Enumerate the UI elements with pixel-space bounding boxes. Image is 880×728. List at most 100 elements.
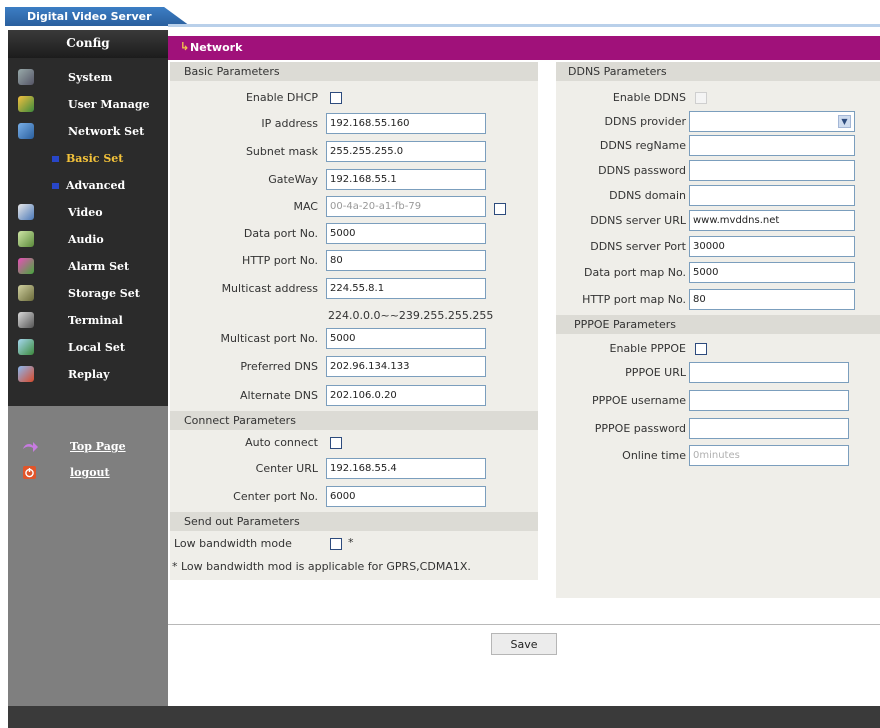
sidebar-item-label: Replay [68, 368, 110, 381]
http-map-row: HTTP port map No. 80 [556, 289, 880, 311]
auto-connect-label: Auto connect [245, 436, 318, 449]
ddns-enable-row: Enable DDNS [556, 87, 880, 109]
ip-field[interactable]: 192.168.55.160 [326, 113, 486, 134]
alt-dns-field[interactable]: 202.106.0.20 [326, 385, 486, 406]
mac-label: MAC [293, 200, 318, 213]
sidebar-menu: System User Manage Network Set Basic Set… [8, 58, 168, 406]
gateway-field[interactable]: 192.168.55.1 [326, 169, 486, 190]
pppoe-url-label: PPPOE URL [625, 366, 686, 379]
content-header: ↳ Network [168, 36, 880, 60]
low-bw-row: Low bandwidth mode * [170, 533, 538, 555]
sidebar-item-label: Storage Set [68, 287, 140, 300]
pref-dns-label: Preferred DNS [240, 360, 318, 373]
logout-label: logout [70, 466, 110, 479]
sidebar-item-label: Network Set [68, 125, 145, 138]
system-icon [18, 69, 34, 85]
sidebar-item-user-manage[interactable]: User Manage [8, 91, 168, 118]
ddns-server-url-label: DDNS server URL [590, 214, 686, 227]
sidebar-item-terminal[interactable]: Terminal [8, 307, 168, 334]
online-time-field: 0minutes [689, 445, 849, 466]
http-port-label: HTTP port No. [242, 254, 318, 267]
center-url-field[interactable]: 192.168.55.4 [326, 458, 486, 479]
sidebar-item-audio[interactable]: Audio [8, 226, 168, 253]
top-page-link[interactable]: Top Page [8, 436, 168, 462]
sidebar-item-label: Local Set [68, 341, 125, 354]
ddns-params-title: DDNS Parameters [556, 62, 880, 81]
sidebar-item-system[interactable]: System [8, 64, 168, 91]
mask-label: Subnet mask [245, 145, 318, 158]
data-port-row: Data port No. 5000 [170, 223, 538, 245]
http-port-field[interactable]: 80 [326, 250, 486, 271]
basic-params-title: Basic Parameters [170, 62, 538, 81]
mask-field[interactable]: 255.255.255.0 [326, 141, 486, 162]
pppoe-enable-checkbox[interactable] [695, 343, 707, 355]
sidebar-header: Config [8, 30, 168, 58]
center-port-label: Center port No. [233, 490, 318, 503]
pppoe-username-label: PPPOE username [592, 394, 686, 407]
ddns-domain-row: DDNS domain [556, 185, 880, 207]
logout-link[interactable]: logout [8, 462, 168, 488]
sidebar-item-video[interactable]: Video [8, 199, 168, 226]
ddns-enable-checkbox[interactable] [695, 92, 707, 104]
sidebar-item-label: Basic Set [66, 152, 124, 165]
gateway-row: GateWay 192.168.55.1 [170, 169, 538, 191]
pppoe-password-field[interactable] [689, 418, 849, 439]
center-port-field[interactable]: 6000 [326, 486, 486, 507]
dhcp-row: Enable DHCP [170, 87, 538, 109]
sidebar-item-label: Audio [68, 233, 104, 246]
mask-row: Subnet mask 255.255.255.0 [170, 141, 538, 163]
sidebar-item-replay[interactable]: Replay [8, 361, 168, 388]
audio-icon [18, 231, 34, 247]
connect-params-title: Connect Parameters [170, 411, 538, 430]
section-arrow-icon: ↳ [180, 40, 190, 53]
auto-connect-checkbox[interactable] [330, 437, 342, 449]
save-button[interactable]: Save [491, 633, 557, 655]
dhcp-checkbox[interactable] [330, 92, 342, 104]
data-port-label: Data port No. [243, 227, 318, 240]
replay-icon [18, 366, 34, 382]
chevron-down-icon[interactable]: ▼ [838, 115, 851, 128]
sidebar-item-network-set[interactable]: Network Set [8, 118, 168, 145]
pref-dns-field[interactable]: 202.96.134.133 [326, 356, 486, 377]
data-port-field[interactable]: 5000 [326, 223, 486, 244]
multicast-port-field[interactable]: 5000 [326, 328, 486, 349]
ddns-domain-field[interactable] [689, 185, 855, 206]
pref-dns-row: Preferred DNS 202.96.134.133 [170, 356, 538, 378]
top-banner: Digital Video Server [0, 0, 880, 30]
ddns-server-url-field[interactable]: www.mvddns.net [689, 210, 855, 231]
network-icon [18, 123, 34, 139]
local-icon [18, 339, 34, 355]
ddns-server-port-label: DDNS server Port [590, 240, 686, 253]
ddns-provider-select[interactable]: ▼ [689, 111, 855, 132]
sidebar-item-label: Advanced [66, 179, 126, 192]
ddns-server-port-field[interactable]: 30000 [689, 236, 855, 257]
ddns-server-url-row: DDNS server URL www.mvddns.net [556, 210, 880, 232]
sidebar-item-local-set[interactable]: Local Set [8, 334, 168, 361]
data-map-field[interactable]: 5000 [689, 262, 855, 283]
pppoe-url-row: PPPOE URL [556, 362, 880, 384]
multicast-label: Multicast address [221, 282, 318, 295]
low-bw-checkbox[interactable] [330, 538, 342, 550]
ddns-provider-row: DDNS provider ▼ [556, 111, 880, 133]
ddns-password-field[interactable] [689, 160, 855, 181]
sidebar-item-alarm-set[interactable]: Alarm Set [8, 253, 168, 280]
sidebar-item-basic-set[interactable]: Basic Set [8, 145, 168, 172]
multicast-field[interactable]: 224.55.8.1 [326, 278, 486, 299]
power-icon [23, 466, 36, 479]
sidebar-item-storage-set[interactable]: Storage Set [8, 280, 168, 307]
multicast-port-row: Multicast port No. 5000 [170, 328, 538, 350]
center-port-row: Center port No. 6000 [170, 486, 538, 508]
ddns-regname-field[interactable] [689, 135, 855, 156]
mac-checkbox[interactable] [494, 203, 506, 215]
low-bw-label: Low bandwidth mode [174, 537, 292, 550]
sidebar-item-advanced[interactable]: Advanced [8, 172, 168, 199]
pppoe-password-row: PPPOE password [556, 418, 880, 440]
multicast-port-label: Multicast port No. [220, 332, 318, 345]
pppoe-username-field[interactable] [689, 390, 849, 411]
gateway-label: GateWay [268, 173, 318, 186]
online-time-row: Online time 0minutes [556, 445, 880, 467]
pppoe-url-field[interactable] [689, 362, 849, 383]
sidebar-links: Top Page logout [8, 406, 168, 488]
http-map-field[interactable]: 80 [689, 289, 855, 310]
alarm-icon [18, 258, 34, 274]
